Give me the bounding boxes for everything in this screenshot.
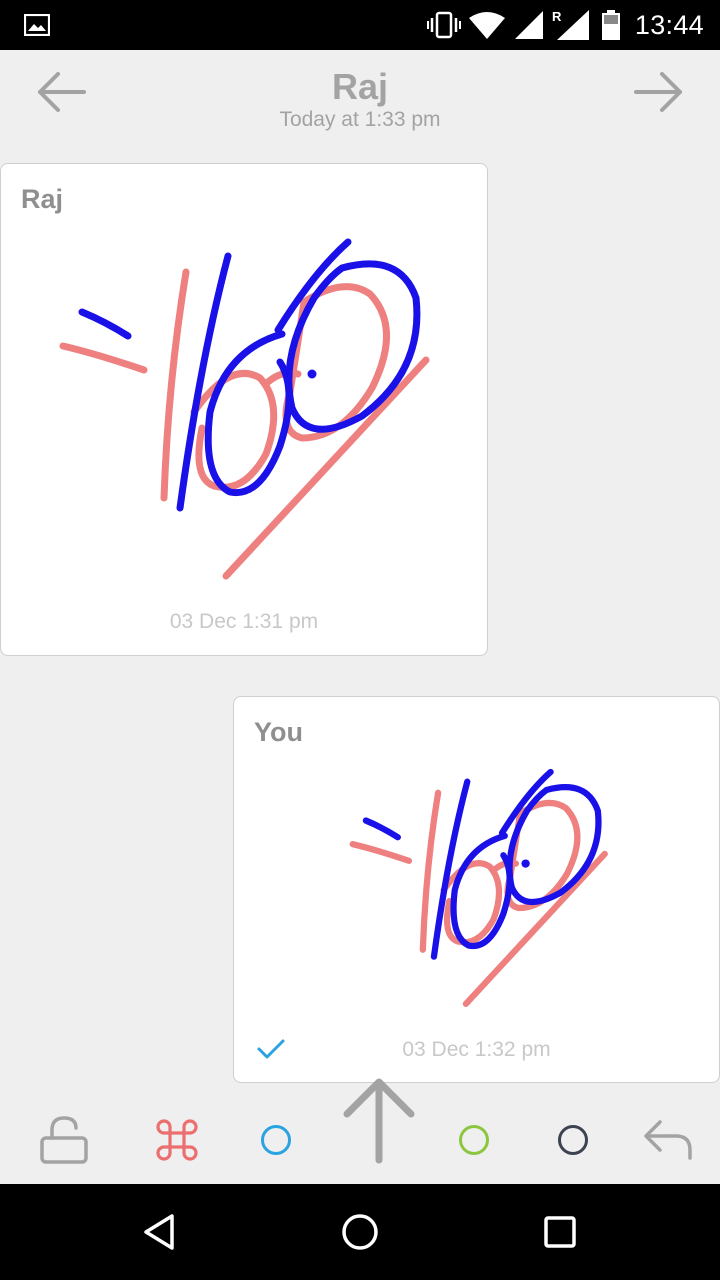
navigation-bar [0, 1184, 720, 1280]
recents-square-icon[interactable] [534, 1206, 586, 1258]
status-bar: R 13:44 [0, 0, 720, 50]
back-triangle-icon[interactable] [134, 1206, 186, 1258]
message-drawing[interactable] [52, 232, 432, 592]
message-drawing[interactable] [345, 765, 609, 1015]
blue-color-icon[interactable] [248, 1112, 304, 1168]
command-icon[interactable] [149, 1112, 205, 1168]
arrow-right-icon[interactable] [628, 70, 688, 114]
roaming-signal-icon: R [552, 9, 589, 40]
battery-icon [601, 10, 620, 40]
undo-icon[interactable] [640, 1112, 696, 1168]
message-sender: You [254, 717, 303, 747]
message-time: 03 Dec 1:32 pm [402, 1038, 551, 1061]
conversation-header: Raj Today at 1:33 pm [0, 50, 720, 150]
contact-name: Raj [331, 66, 389, 107]
home-circle-icon[interactable] [334, 1206, 386, 1258]
last-seen: Today at 1:33 pm [279, 108, 441, 131]
dark-color-icon[interactable] [545, 1112, 601, 1168]
send-arrow-icon[interactable] [342, 1074, 416, 1168]
vibrate-icon [426, 11, 461, 39]
clock: 13:44 [634, 9, 704, 40]
status-icons: R 13:44 [426, 8, 704, 42]
svg-text:R: R [552, 9, 562, 24]
message-time: 03 Dec 1:31 pm [169, 610, 319, 633]
wifi-icon [468, 12, 505, 39]
signal-icon [514, 11, 543, 39]
message-sender: Raj [21, 184, 64, 214]
image-icon [24, 14, 50, 36]
green-color-icon[interactable] [446, 1112, 502, 1168]
lock-icon[interactable] [36, 1112, 92, 1168]
